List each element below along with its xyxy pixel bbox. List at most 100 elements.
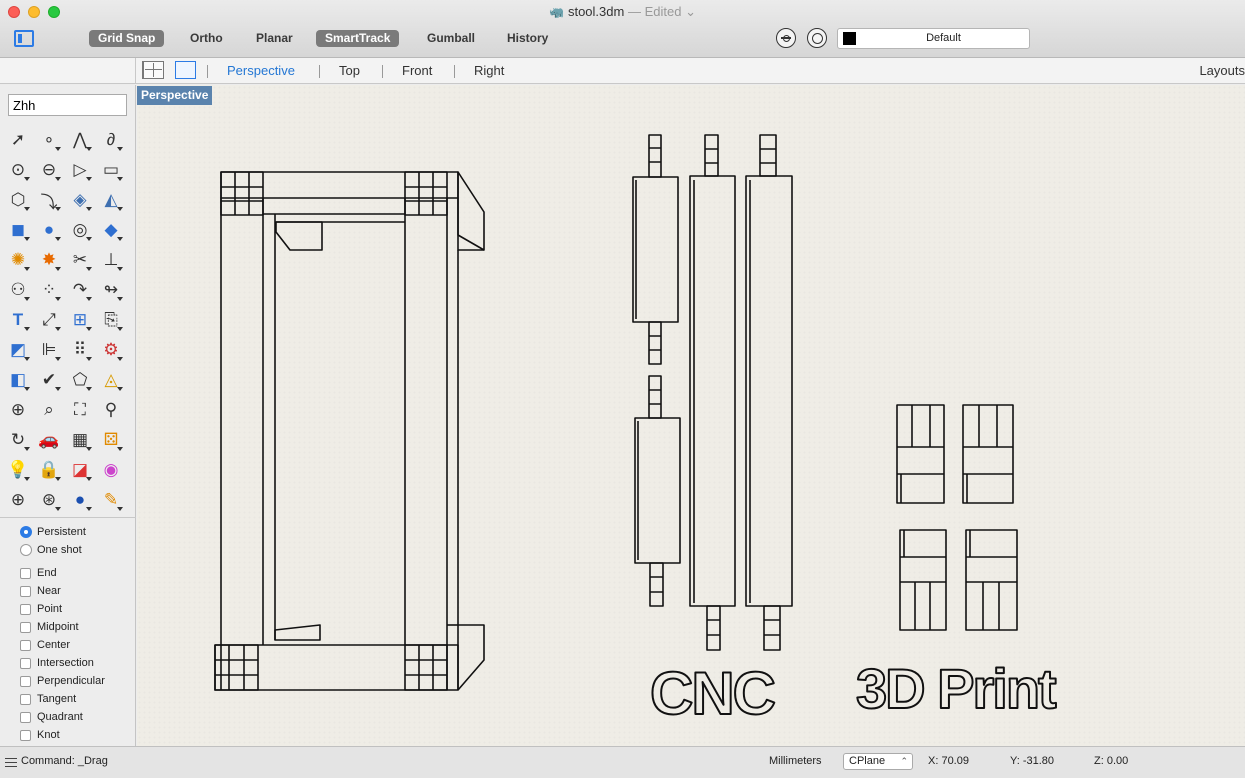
stool-frame[interactable]	[214, 171, 485, 691]
render-surface-icon[interactable]: ⬠	[65, 365, 95, 395]
checkbox[interactable]	[20, 603, 31, 615]
rebuild-icon[interactable]: ↬	[96, 275, 126, 305]
sidebar-toggle-button[interactable]	[14, 30, 34, 47]
gumball-toggle[interactable]: Gumball	[418, 30, 484, 47]
rendering-icon[interactable]: ⚄	[96, 425, 126, 455]
checkbox[interactable]	[20, 585, 31, 597]
drag-mode-one-shot[interactable]: One shot	[20, 542, 82, 558]
single-viewport-button[interactable]	[175, 61, 196, 79]
viewport-title[interactable]: Perspective	[137, 86, 213, 105]
group-icon[interactable]: ⚇	[3, 275, 33, 305]
zoom-window-icon[interactable]: ⊕	[3, 395, 33, 425]
transform-icon[interactable]: ⤢	[34, 305, 64, 335]
car-icon[interactable]: 🚗	[34, 425, 64, 455]
properties-icon[interactable]: ⚙	[96, 335, 126, 365]
drag-mode-persistent[interactable]: Persistent	[20, 524, 86, 540]
lock-icon[interactable]: 🔒	[34, 455, 64, 485]
analyze-icon[interactable]: ◧	[3, 365, 33, 395]
ortho-toggle[interactable]: Ortho	[181, 30, 232, 47]
tab-front[interactable]: Front	[402, 63, 432, 78]
window-title[interactable]: 🦏 stool.3dm — Edited ⌄	[0, 4, 1245, 20]
osnap-midpoint[interactable]: Midpoint	[20, 619, 79, 635]
surface-edit-icon[interactable]: ◆	[96, 215, 126, 245]
osnap-knot[interactable]: Knot	[20, 727, 60, 743]
array-icon[interactable]: ⁘	[34, 275, 64, 305]
checkbox[interactable]	[20, 711, 31, 723]
tab-perspective[interactable]: Perspective	[227, 63, 295, 78]
cplane-select[interactable]: CPlane	[843, 753, 913, 770]
history-toggle[interactable]: History	[498, 30, 557, 47]
osnap-intersection[interactable]: Intersection	[20, 655, 94, 671]
checkbox[interactable]	[20, 621, 31, 633]
text-icon[interactable]: T	[3, 305, 33, 335]
smarttrack-toggle[interactable]: SmartTrack	[316, 30, 400, 47]
tab-top[interactable]: Top	[339, 63, 360, 78]
osnap-icon[interactable]	[776, 28, 796, 48]
arc-icon[interactable]: ▷	[65, 155, 95, 185]
rotate-view-icon[interactable]: ↻	[3, 425, 33, 455]
print-3d-text[interactable]: 3D Print	[855, 656, 1059, 721]
check-icon[interactable]: ✔	[34, 365, 64, 395]
checkbox[interactable]	[20, 729, 31, 741]
select-arrow-icon[interactable]: ➚	[3, 125, 33, 155]
box-solid-icon[interactable]: ◼	[3, 215, 33, 245]
zoom-icon[interactable]: ⚲	[96, 395, 126, 425]
rotate-icon[interactable]: ↷	[65, 275, 95, 305]
solid-edit-icon[interactable]: ◩	[3, 335, 33, 365]
osnap-perpendicular[interactable]: Perpendicular	[20, 673, 105, 689]
osnap-end[interactable]: End	[20, 565, 57, 581]
planar-toggle[interactable]: Planar	[247, 30, 302, 47]
dimension-icon[interactable]: ⊫	[34, 335, 64, 365]
cnc-3d-text[interactable]: CNC	[649, 659, 778, 728]
cnc-parts[interactable]	[632, 134, 793, 651]
checkbox[interactable]	[20, 657, 31, 669]
boolean-icon[interactable]: ✸	[34, 245, 64, 275]
pencil-icon[interactable]: ✎	[96, 485, 126, 515]
loft-icon[interactable]: ◭	[96, 185, 126, 215]
array-grid-icon[interactable]: ⊞	[65, 305, 95, 335]
light-bulb-icon[interactable]: 💡	[3, 455, 33, 485]
filter-icon[interactable]	[807, 28, 827, 48]
color-wheel-icon[interactable]: ◉	[96, 455, 126, 485]
osnap-near[interactable]: Near	[20, 583, 61, 599]
fillet-curve-icon[interactable]: ⤵	[34, 185, 64, 215]
perspective-viewport[interactable]: CNC 3D Print Perspective	[137, 85, 1245, 746]
shaded-sphere-icon[interactable]: ●	[65, 485, 95, 515]
layer-material-icon[interactable]: ◬	[96, 365, 126, 395]
zoom-extents-icon[interactable]: ⛶	[65, 395, 95, 425]
command-line[interactable]: Command: _Drag	[21, 755, 108, 767]
command-history-icon[interactable]	[5, 758, 17, 767]
surface-from-points-icon[interactable]: ◈	[65, 185, 95, 215]
tab-right[interactable]: Right	[474, 63, 504, 78]
chevron-down-icon[interactable]: ⌄	[685, 4, 696, 19]
texture-map-icon[interactable]: ▦	[65, 425, 95, 455]
trim-icon[interactable]: ✂	[65, 245, 95, 275]
ellipse-icon[interactable]: ⊖	[34, 155, 64, 185]
edit-icon[interactable]: ⎘	[96, 305, 126, 335]
rectangle-icon[interactable]: ▭	[96, 155, 126, 185]
command-search-input[interactable]	[8, 94, 127, 116]
explode-icon[interactable]: ✺	[3, 245, 33, 275]
wireframe-scene[interactable]: CNC 3D Print	[137, 85, 1245, 746]
radio-off[interactable]	[20, 544, 32, 556]
osnap-quadrant[interactable]: Quadrant	[20, 709, 83, 725]
grid-array-icon[interactable]: ⠿	[65, 335, 95, 365]
grid-snap-toggle[interactable]: Grid Snap	[89, 30, 165, 47]
osnap-point[interactable]: Point	[20, 601, 62, 617]
layer-selector[interactable]: Default	[837, 28, 1030, 49]
print-parts[interactable]	[896, 404, 1018, 631]
osnap-tangent[interactable]: Tangent	[20, 691, 76, 707]
zoom-selected-icon[interactable]: ⌕	[34, 395, 64, 425]
split-icon[interactable]: ⊥	[96, 245, 126, 275]
checkbox[interactable]	[20, 693, 31, 705]
layouts-button[interactable]: Layouts	[1199, 63, 1245, 78]
cylinder-icon[interactable]: ◎	[65, 215, 95, 245]
curve-icon[interactable]: ∂	[96, 125, 126, 155]
four-viewports-button[interactable]	[143, 61, 164, 79]
mesh-sphere-icon[interactable]: ⊛	[34, 485, 64, 515]
wireframe-sphere-icon[interactable]: ⊕	[3, 485, 33, 515]
polygon-icon[interactable]: ⬡	[3, 185, 33, 215]
osnap-center[interactable]: Center	[20, 637, 70, 653]
units-label[interactable]: Millimeters	[769, 755, 822, 767]
checkbox[interactable]	[20, 567, 31, 579]
